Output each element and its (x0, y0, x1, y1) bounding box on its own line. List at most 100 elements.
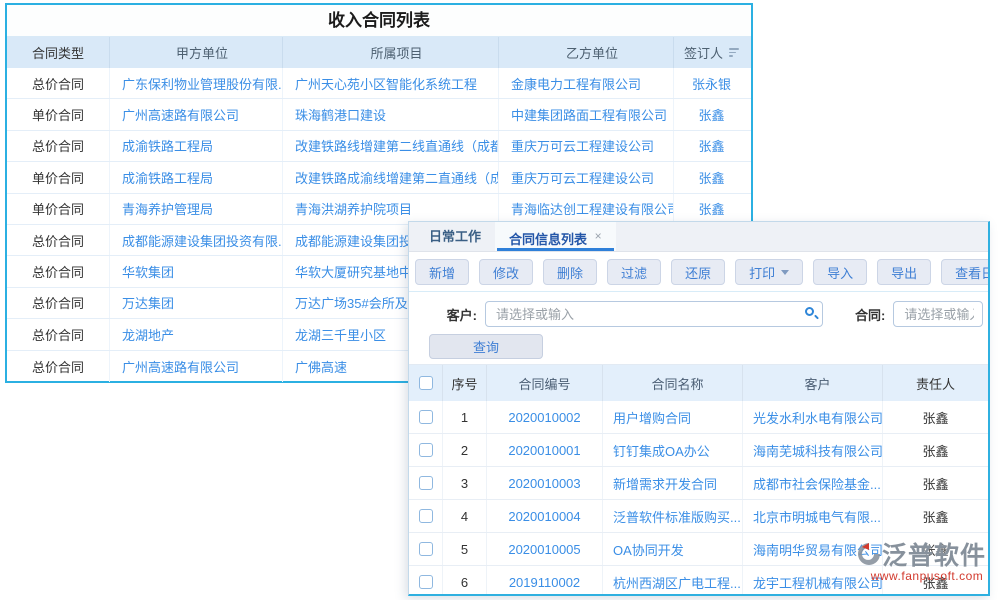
query-button[interactable]: 查询 (429, 334, 543, 359)
cell-type: 总价合同 (7, 319, 110, 349)
col-signer[interactable]: 签订人 (674, 37, 749, 68)
table-row[interactable]: 6 2019110002 杭州西湖区广电工程... 龙宇工程机械有限公司 张鑫 (409, 566, 988, 596)
cell-party-a[interactable]: 广州高速路有限公司 (110, 351, 283, 382)
cell-code[interactable]: 2020010003 (487, 467, 603, 499)
cell-signer[interactable]: 张鑫 (674, 162, 749, 192)
col-party-a[interactable]: 甲方单位 (110, 37, 283, 68)
table-row[interactable]: 总价合同 广东保利物业管理股份有限... 广州天心苑小区智能化系统工程 金康电力… (7, 68, 751, 99)
col-owner[interactable]: 责任人 (883, 365, 988, 401)
cell-project[interactable]: 改建铁路成渝线增建第二直通线（成... (283, 162, 499, 192)
cell-signer[interactable]: 张永银 (674, 68, 749, 98)
cell-party-b[interactable]: 中建集团路面工程有限公司 (499, 99, 674, 129)
col-signer-label: 签订人 (684, 43, 723, 62)
cell-party-a[interactable]: 成渝铁路工程局 (110, 162, 283, 192)
col-no[interactable]: 序号 (443, 365, 487, 401)
table-row[interactable]: 单价合同 广州高速路有限公司 珠海鹤港口建设 中建集团路面工程有限公司 张鑫 (7, 99, 751, 130)
cell-party-a[interactable]: 华软集团 (110, 256, 283, 286)
cell-party-a[interactable]: 成渝铁路工程局 (110, 131, 283, 161)
contract-input[interactable] (893, 301, 983, 327)
cell-signer[interactable]: 张鑫 (674, 194, 749, 224)
table-row[interactable]: 总价合同 成渝铁路工程局 改建铁路线增建第二线直通线（成都-... 重庆万可云工… (7, 131, 751, 162)
col-customer[interactable]: 客户 (743, 365, 883, 401)
close-icon[interactable]: × (595, 229, 602, 243)
tab-daily-work[interactable]: 日常工作 (415, 222, 495, 251)
cell-party-b[interactable]: 重庆万可云工程建设公司 (499, 131, 674, 161)
view-log-button[interactable]: 查看日志 (941, 259, 990, 285)
cell-code[interactable]: 2020010004 (487, 500, 603, 532)
cell-code[interactable]: 2020010005 (487, 533, 603, 565)
cell-type: 单价合同 (7, 99, 110, 129)
import-button[interactable]: 导入 (813, 259, 867, 285)
cell-party-b[interactable]: 重庆万可云工程建设公司 (499, 162, 674, 192)
cell-project[interactable]: 青海洪湖养护院项目 (283, 194, 499, 224)
cell-party-a[interactable]: 青海养护管理局 (110, 194, 283, 224)
cell-name[interactable]: OA协同开发 (603, 533, 743, 565)
col-contract-code[interactable]: 合同编号 (487, 365, 603, 401)
cell-project[interactable]: 广州天心苑小区智能化系统工程 (283, 68, 499, 98)
cell-name[interactable]: 杭州西湖区广电工程... (603, 566, 743, 596)
cell-signer[interactable]: 张鑫 (674, 99, 749, 129)
delete-button[interactable]: 删除 (543, 259, 597, 285)
cell-project[interactable]: 改建铁路线增建第二线直通线（成都-... (283, 131, 499, 161)
row-checkbox[interactable] (419, 542, 433, 556)
cell-type: 总价合同 (7, 68, 110, 98)
search-icon[interactable] (805, 307, 814, 316)
edit-button[interactable]: 修改 (479, 259, 533, 285)
cell-customer[interactable]: 光发水利水电有限公司 (743, 401, 883, 433)
sort-icon[interactable] (729, 48, 739, 57)
table-row[interactable]: 5 2020010005 OA协同开发 海南明华贸易有限公司 张鑫 (409, 533, 988, 566)
cell-customer[interactable]: 北京市明城电气有限... (743, 500, 883, 532)
col-contract-type[interactable]: 合同类型 (7, 37, 110, 68)
row-checkbox[interactable] (419, 509, 433, 523)
cell-name[interactable]: 新增需求开发合同 (603, 467, 743, 499)
row-checkbox[interactable] (419, 410, 433, 424)
export-button[interactable]: 导出 (877, 259, 931, 285)
caret-down-icon (781, 270, 789, 275)
cell-party-a[interactable]: 成都能源建设集团投资有限... (110, 225, 283, 255)
contract-input-wrap (893, 301, 983, 327)
row-checkbox[interactable] (419, 476, 433, 490)
cell-code[interactable]: 2019110002 (487, 566, 603, 596)
cell-party-a[interactable]: 广州高速路有限公司 (110, 99, 283, 129)
cell-customer[interactable]: 海南明华贸易有限公司 (743, 533, 883, 565)
cell-customer[interactable]: 成都市社会保险基金... (743, 467, 883, 499)
contract-table: 序号 合同编号 合同名称 客户 责任人 1 2020010002 用户增购合同 … (409, 364, 988, 596)
table-row[interactable]: 2 2020010001 钉钉集成OA办公 海南芜城科技有限公司 张鑫 (409, 434, 988, 467)
table-row[interactable]: 4 2020010004 泛普软件标准版购买... 北京市明城电气有限... 张… (409, 500, 988, 533)
query-row: 查询 (409, 327, 988, 359)
print-label: 打印 (749, 263, 775, 282)
table-row[interactable]: 3 2020010003 新增需求开发合同 成都市社会保险基金... 张鑫 (409, 467, 988, 500)
col-project[interactable]: 所属项目 (283, 37, 499, 68)
cell-name[interactable]: 用户增购合同 (603, 401, 743, 433)
cell-signer[interactable]: 张鑫 (674, 131, 749, 161)
row-checkbox[interactable] (419, 575, 433, 589)
cell-party-b[interactable]: 青海临达创工程建设有限公司 (499, 194, 674, 224)
filter-button[interactable]: 过滤 (607, 259, 661, 285)
select-all-checkbox[interactable] (419, 376, 433, 390)
cell-party-a[interactable]: 龙湖地产 (110, 319, 283, 349)
print-button[interactable]: 打印 (735, 259, 803, 285)
cell-project[interactable]: 珠海鹤港口建设 (283, 99, 499, 129)
col-party-b[interactable]: 乙方单位 (499, 37, 674, 68)
cell-party-a[interactable]: 万达集团 (110, 288, 283, 318)
row-checkbox[interactable] (419, 443, 433, 457)
cell-customer[interactable]: 龙宇工程机械有限公司 (743, 566, 883, 596)
add-button[interactable]: 新增 (415, 259, 469, 285)
restore-button[interactable]: 还原 (671, 259, 725, 285)
cell-name[interactable]: 钉钉集成OA办公 (603, 434, 743, 466)
tab-bar: 日常工作 合同信息列表 × (409, 222, 988, 252)
cell-name[interactable]: 泛普软件标准版购买... (603, 500, 743, 532)
cell-code[interactable]: 2020010001 (487, 434, 603, 466)
cell-party-a[interactable]: 广东保利物业管理股份有限... (110, 68, 283, 98)
cell-owner: 张鑫 (883, 434, 988, 466)
table-row[interactable]: 单价合同 成渝铁路工程局 改建铁路成渝线增建第二直通线（成... 重庆万可云工程… (7, 162, 751, 193)
cell-party-b[interactable]: 金康电力工程有限公司 (499, 68, 674, 98)
col-contract-name[interactable]: 合同名称 (603, 365, 743, 401)
table-row[interactable]: 1 2020010002 用户增购合同 光发水利水电有限公司 张鑫 (409, 401, 988, 434)
cell-code[interactable]: 2020010002 (487, 401, 603, 433)
cell-owner: 张鑫 (883, 401, 988, 433)
customer-input[interactable] (485, 301, 823, 327)
cell-type: 总价合同 (7, 225, 110, 255)
cell-customer[interactable]: 海南芜城科技有限公司 (743, 434, 883, 466)
tab-contract-info-list[interactable]: 合同信息列表 × (495, 222, 616, 251)
